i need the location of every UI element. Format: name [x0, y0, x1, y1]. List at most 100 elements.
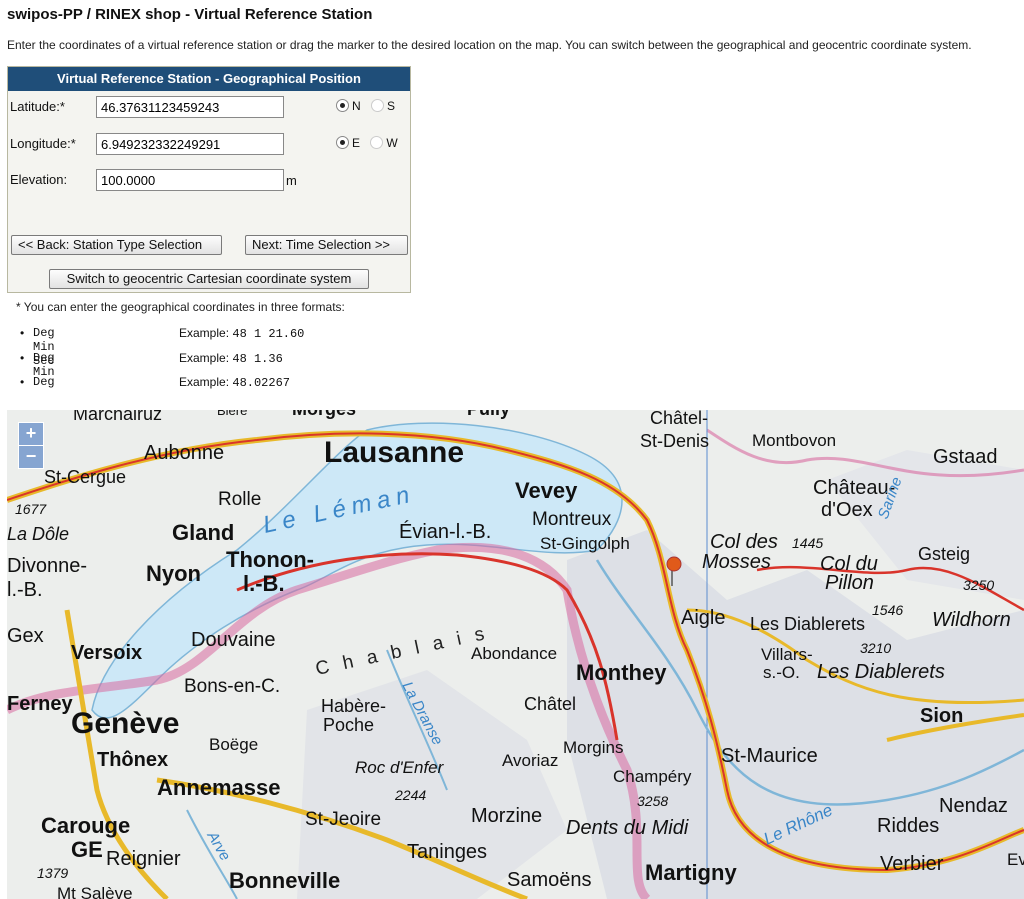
place-la-dole: La Dôle: [7, 524, 69, 544]
bullet: •: [20, 326, 25, 340]
place-rolle: Rolle: [218, 489, 261, 510]
east-radio[interactable]: [336, 136, 349, 149]
place-taninges: Taninges: [407, 841, 487, 863]
place-versoix: Versoix: [71, 642, 142, 664]
altitude-3258: 3258: [637, 793, 668, 809]
west-radio[interactable]: [370, 136, 384, 149]
place-montreux: Montreux: [532, 509, 612, 530]
example-value: 48 1 21.60: [232, 327, 305, 341]
bullet: •: [20, 375, 25, 389]
place-pully: Pully: [467, 410, 510, 419]
place-montbovon: Montbovon: [752, 431, 836, 450]
place-habere-2: Poche: [323, 715, 374, 735]
next-button[interactable]: Next: Time Selection >>: [245, 235, 408, 255]
place-col-des-mosses-1: Col des: [710, 531, 778, 553]
example-value: 48.02267: [232, 376, 290, 390]
place-carouge: Carouge: [41, 813, 130, 838]
back-button[interactable]: << Back: Station Type Selection: [11, 235, 222, 255]
latitude-label: Latitude:*: [10, 99, 65, 114]
place-nendaz: Nendaz: [939, 795, 1008, 817]
place-st-maurice: St-Maurice: [721, 745, 818, 767]
format-name: Deg: [33, 375, 55, 389]
altitude-1546: 1546: [872, 602, 903, 618]
south-label: S: [387, 99, 396, 113]
place-gland: Gland: [172, 520, 234, 545]
example-label: Example:: [179, 375, 230, 389]
switch-coordinate-system-button[interactable]: Switch to geocentric Cartesian coordinat…: [49, 269, 369, 289]
example-label: Example:: [179, 351, 230, 365]
place-verbier: Verbier: [880, 853, 944, 875]
place-douvaine: Douvaine: [191, 629, 276, 651]
place-morzine: Morzine: [471, 805, 542, 827]
map-canvas[interactable]: Marchairuz Bière Morges Pully Châtel- St…: [7, 410, 1024, 899]
format-example: Example: 48 1 21.60: [179, 326, 304, 341]
place-habere-1: Habère-: [321, 696, 386, 716]
elevation-unit: m: [286, 173, 297, 188]
place-st-jeoire: St-Jeoire: [305, 809, 381, 830]
place-morges: Morges: [292, 410, 356, 419]
elevation-input[interactable]: [96, 169, 284, 191]
place-les-diablerets-village: Les Diablerets: [750, 614, 865, 634]
place-aubonne: Aubonne: [144, 442, 224, 464]
altitude-3210: 3210: [860, 640, 891, 656]
place-martigny: Martigny: [645, 860, 737, 885]
altitude-2244: 2244: [394, 787, 426, 803]
place-roc-denfer: Roc d'Enfer: [355, 758, 445, 777]
format-example: Example: 48.02267: [179, 375, 290, 390]
hemisphere-ns: N S: [336, 99, 402, 113]
place-geneve: Genève: [71, 707, 179, 740]
south-radio[interactable]: [371, 99, 385, 112]
place-dents-du-midi: Dents du Midi: [566, 817, 689, 839]
place-monthey: Monthey: [576, 660, 667, 685]
geo-position-panel: Virtual Reference Station - Geographical…: [7, 66, 411, 293]
elevation-label: Elevation:: [10, 172, 68, 187]
map-view[interactable]: Marchairuz Bière Morges Pully Châtel- St…: [7, 410, 1024, 899]
place-chateau-doex-2: d'Oex: [821, 499, 873, 521]
place-bonneville: Bonneville: [229, 868, 340, 893]
altitude-3250: 3250: [963, 577, 994, 593]
place-villars-2: s.-O.: [763, 663, 800, 682]
place-col-des-mosses-2: Mosses: [702, 551, 771, 573]
place-nyon: Nyon: [146, 561, 201, 586]
place-thonon-1: Thonon-: [226, 547, 314, 572]
hemisphere-ew: E W: [336, 136, 405, 150]
place-les-diablerets-massif: Les Diablerets: [817, 661, 945, 683]
format-note: * You can enter the geographical coordin…: [16, 300, 345, 314]
latitude-input[interactable]: [96, 96, 284, 118]
place-boege: Boëge: [209, 735, 258, 754]
example-label: Example:: [179, 326, 230, 340]
place-reignier: Reignier: [106, 848, 181, 870]
bullet: •: [20, 351, 25, 365]
zoom-in-button[interactable]: +: [18, 422, 44, 446]
place-villars-1: Villars-: [761, 645, 813, 664]
place-saleve: Mt Salève: [57, 884, 133, 899]
zoom-out-button[interactable]: −: [18, 445, 44, 469]
place-st-cergue: St-Cergue: [44, 467, 126, 487]
place-divonne-2: l.-B.: [7, 579, 43, 601]
place-gsteig: Gsteig: [918, 544, 970, 564]
intro-text: Enter the coordinates of a virtual refer…: [7, 38, 972, 52]
longitude-label: Longitude:*: [10, 136, 76, 151]
place-abondance: Abondance: [471, 644, 557, 663]
place-samoens: Samoëns: [507, 869, 592, 891]
place-ge: GE: [71, 837, 103, 862]
place-vevey: Vevey: [515, 478, 578, 503]
page-title: swipos-PP / RINEX shop - Virtual Referen…: [7, 6, 373, 23]
place-wildhorn: Wildhorn: [932, 609, 1011, 631]
north-radio[interactable]: [336, 99, 349, 112]
place-thonon-2: l.-B.: [243, 571, 285, 596]
north-label: N: [352, 99, 361, 113]
longitude-input[interactable]: [96, 133, 284, 155]
place-aigle: Aigle: [681, 607, 725, 629]
place-ferney: Ferney: [7, 693, 73, 715]
place-lausanne: Lausanne: [324, 436, 464, 469]
place-bons-en-c: Bons-en-C.: [184, 676, 280, 697]
altitude-1379: 1379: [37, 865, 68, 881]
place-chatel-st-denis-1: Châtel-: [650, 410, 708, 428]
format-example: Example: 48 1.36: [179, 351, 283, 366]
place-morgins: Morgins: [563, 738, 623, 757]
west-label: W: [386, 136, 398, 150]
place-riddes: Riddes: [877, 815, 939, 837]
place-evolene: Ev: [1007, 850, 1024, 869]
place-biere: Bière: [217, 410, 247, 418]
